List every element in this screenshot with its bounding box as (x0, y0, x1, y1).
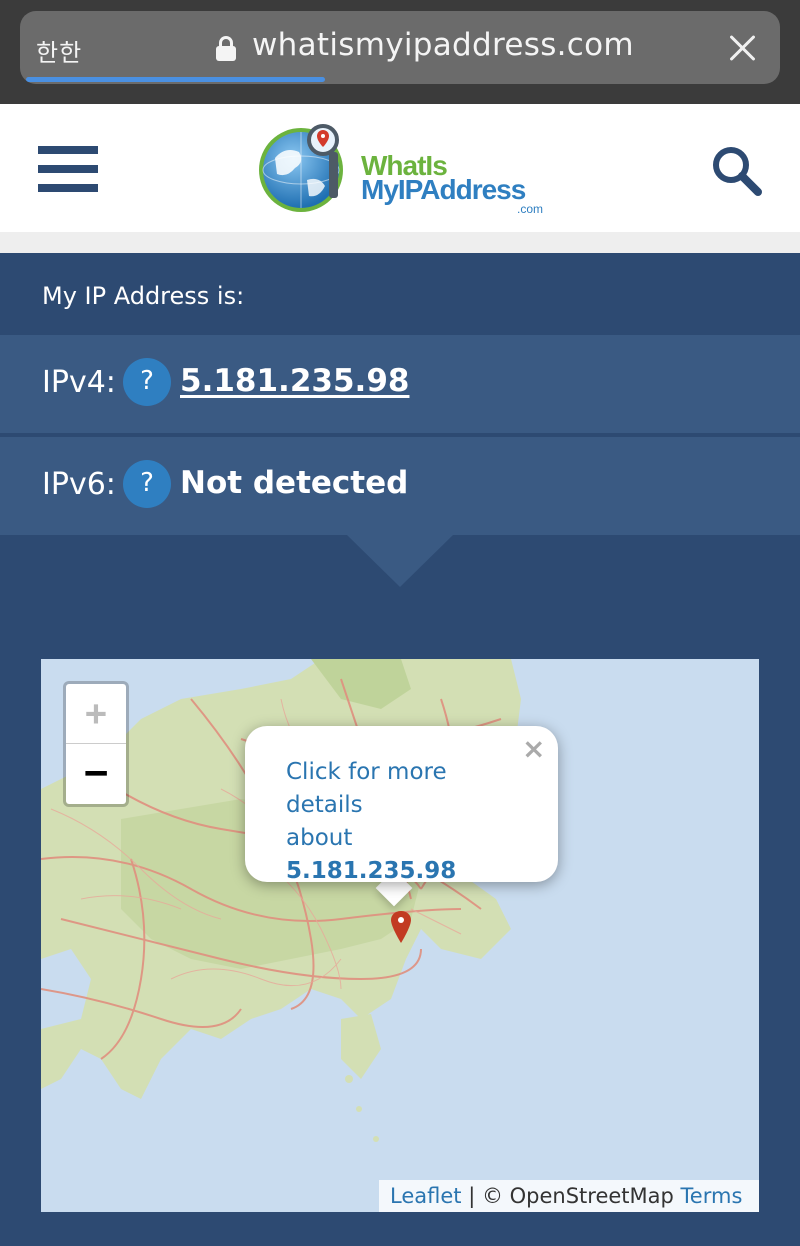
page-load-progress (26, 77, 325, 82)
site-header: WhatIs MyIPAddress .com (0, 104, 800, 232)
header-divider (0, 232, 800, 253)
search-icon[interactable] (710, 144, 764, 198)
ipv6-help-icon[interactable]: ? (123, 460, 171, 508)
osm-attribution: | © OpenStreetMap (468, 1184, 674, 1208)
address-bar[interactable]: 한한 whatismyipaddress.com (20, 11, 780, 84)
logo-text-myipaddress: MyIPAddress (361, 174, 526, 205)
zoom-in-button[interactable]: + (66, 684, 126, 744)
ipv6-row: IPv6: ? Not detected (0, 437, 800, 535)
ipv4-row: IPv4: ? 5.181.235.98 (0, 335, 800, 433)
popup-ip: 5.181.235.98 (286, 858, 457, 884)
zoom-out-button[interactable]: − (66, 745, 126, 805)
panel-notch (347, 535, 453, 587)
lock-icon (216, 36, 236, 62)
browser-chrome: 한한 whatismyipaddress.com (0, 0, 800, 104)
map-popup[interactable]: × Click for more details about 5.181.235… (245, 726, 558, 884)
ip-panel-heading: My IP Address is: (0, 253, 800, 334)
close-icon[interactable] (726, 31, 760, 65)
site-logo[interactable]: WhatIs MyIPAddress .com (255, 118, 555, 218)
leaflet-link[interactable]: Leaflet (390, 1184, 462, 1208)
popup-text[interactable]: Click for more details about 5.181.235.9… (286, 756, 526, 888)
ipv6-value: Not detected (180, 465, 409, 501)
ipv4-address-link[interactable]: 5.181.235.98 (180, 363, 409, 399)
map-attribution: Leaflet | © OpenStreetMap Terms (379, 1180, 759, 1212)
ipv4-help-icon[interactable]: ? (123, 358, 171, 406)
url-text[interactable]: whatismyipaddress.com (252, 27, 634, 63)
reader-mode-button[interactable]: 한한 (36, 33, 82, 68)
panel-bottom (0, 1212, 800, 1246)
ipv6-label: IPv6: (42, 467, 116, 502)
ip-heading-text: My IP Address is: (42, 282, 245, 310)
location-marker-icon[interactable] (390, 910, 412, 944)
globe-icon (259, 124, 343, 212)
popup-line: Click for more details (286, 759, 447, 818)
ipv4-label: IPv4: (42, 365, 116, 400)
location-map[interactable]: + − × Click for more details about 5.181… (41, 659, 759, 1212)
zoom-control: + − (63, 681, 129, 807)
logo-text-com: .com (517, 202, 544, 216)
terms-link[interactable]: Terms (681, 1184, 743, 1208)
popup-about: about (286, 825, 353, 851)
menu-icon[interactable] (38, 146, 98, 192)
